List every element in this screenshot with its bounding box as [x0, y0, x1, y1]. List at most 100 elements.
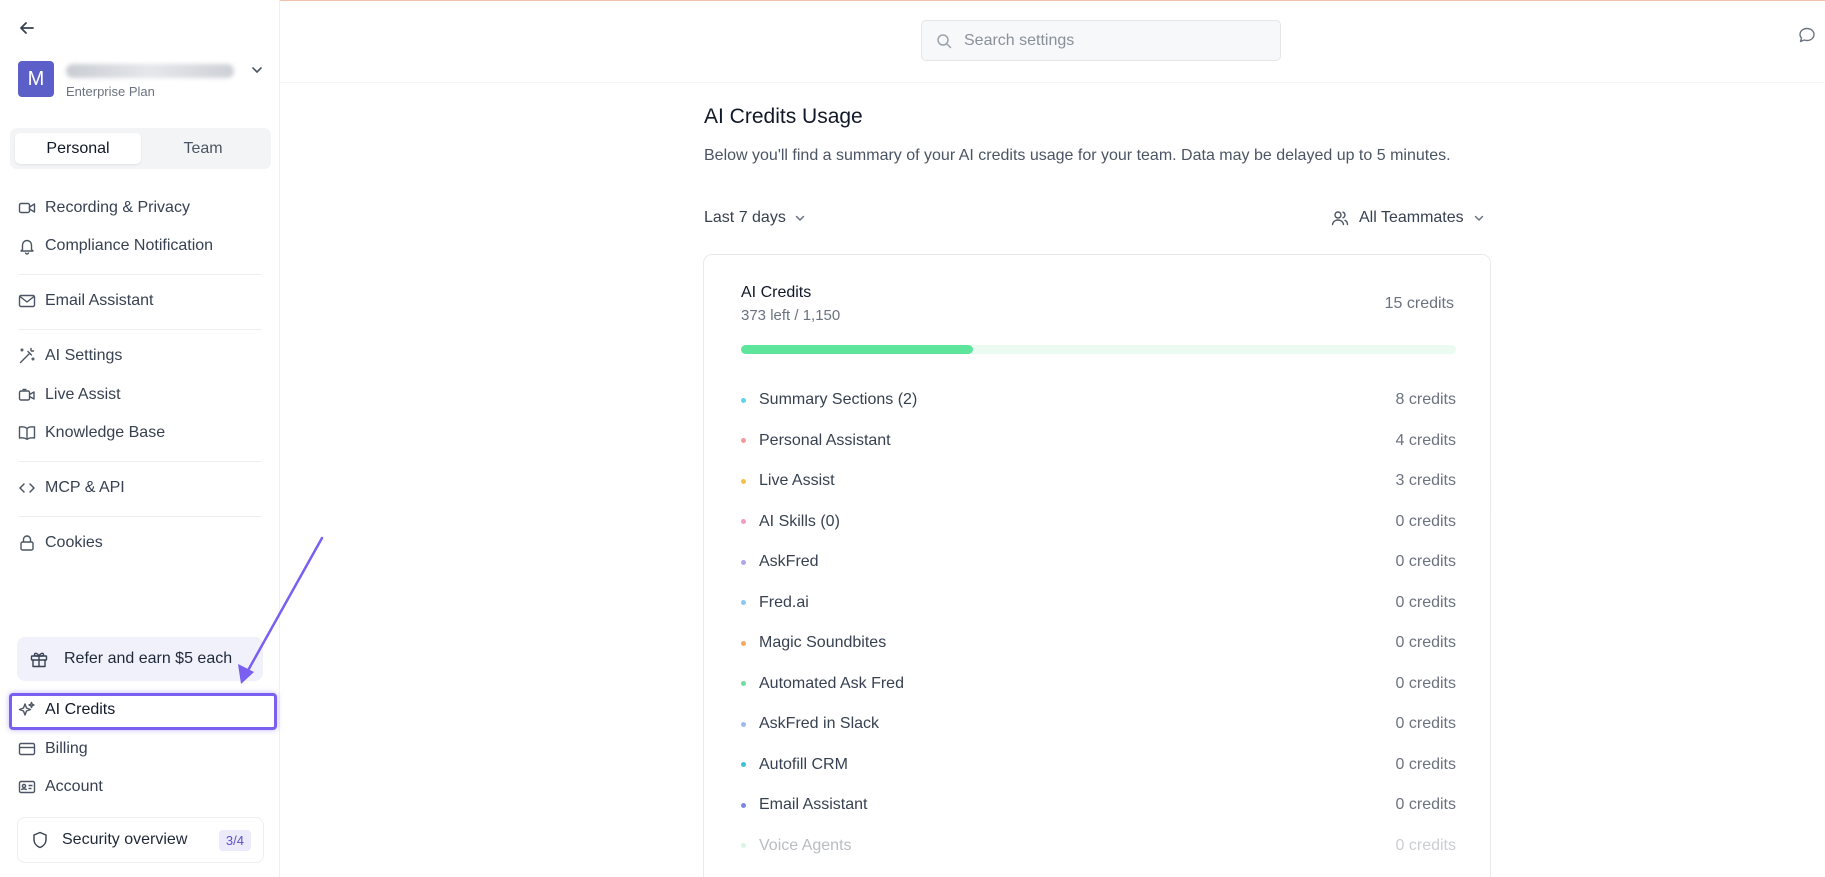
series-dot — [741, 600, 746, 605]
account-email-blurred — [66, 64, 234, 78]
usage-row-name: Live Assist — [759, 472, 835, 489]
usage-row: Live Assist 3 credits — [741, 469, 1456, 493]
usage-row-name: Magic Soundbites — [759, 634, 887, 651]
credits-used-total: 15 credits — [1384, 295, 1454, 312]
avatar: M — [18, 61, 54, 97]
sidebar-item-label: AI Credits — [45, 701, 116, 718]
personal-team-toggle: Personal Team — [10, 128, 271, 169]
teammates-label: All Teammates — [1359, 209, 1464, 226]
sidebar-item-label: Live Assist — [45, 386, 121, 403]
bell-icon — [18, 237, 36, 255]
sidebar-item-billing[interactable]: Billing — [18, 737, 88, 761]
sidebar-item-cookies[interactable]: Cookies — [18, 531, 103, 555]
security-progress-badge: 3/4 — [218, 830, 251, 851]
date-range-select[interactable]: Last 7 days — [704, 209, 806, 227]
series-dot — [741, 681, 746, 686]
usage-row-name: Personal Assistant — [759, 431, 891, 449]
usage-row-name: Fred.ai — [759, 593, 809, 611]
tab-team[interactable]: Team — [140, 133, 266, 164]
sidebar-item-ai-settings[interactable]: AI Settings — [18, 344, 122, 368]
usage-row: Fred.ai 0 credits — [741, 591, 1456, 615]
usage-row: Personal Assistant 4 credits — [741, 429, 1456, 453]
usage-row: Automated Ask Fred 0 credits — [741, 672, 1456, 696]
usage-row-value: 0 credits — [1395, 512, 1456, 530]
security-overview-button[interactable]: Security overview 3/4 — [17, 817, 264, 863]
usage-row-value: 0 credits — [1395, 674, 1456, 692]
lock-icon — [18, 534, 36, 552]
sidebar-item-mcp-api[interactable]: MCP & API — [18, 476, 125, 500]
chevron-down-icon — [1473, 212, 1485, 224]
search-icon — [936, 33, 952, 49]
sidebar-item-compliance-notification[interactable]: Compliance Notification — [18, 234, 213, 258]
sidebar-item-ai-credits[interactable]: AI Credits — [18, 698, 115, 722]
tab-personal[interactable]: Personal — [15, 133, 141, 164]
usage-row-name: AskFred in Slack — [759, 715, 880, 732]
usage-row: Magic Soundbites 0 credits — [741, 631, 1456, 655]
comment-icon[interactable] — [1798, 26, 1816, 44]
refer-and-earn-button[interactable]: Refer and earn $5 each — [17, 637, 263, 681]
credit-card-icon — [18, 740, 36, 758]
mail-icon — [18, 292, 36, 310]
sidebar: M Enterprise Plan Personal Team Recordin… — [0, 0, 280, 877]
page-title: AI Credits Usage — [704, 105, 863, 128]
sidebar-item-label: Knowledge Base — [45, 424, 166, 441]
account-plan: Enterprise Plan — [66, 84, 155, 99]
divider — [18, 329, 262, 330]
usage-row-value: 0 credits — [1395, 634, 1456, 651]
gift-icon — [29, 649, 49, 669]
divider — [18, 516, 262, 517]
usage-row-value: 0 credits — [1395, 755, 1456, 773]
usage-row-name: Automated Ask Fred — [759, 674, 904, 692]
usage-row-value: 0 credits — [1395, 836, 1456, 854]
series-dot — [741, 397, 746, 403]
sidebar-item-live-assist[interactable]: Live Assist — [18, 383, 121, 407]
sidebar-item-knowledge-base[interactable]: Knowledge Base — [18, 421, 165, 445]
usage-row: AskFred in Slack 0 credits — [741, 712, 1456, 736]
series-dot — [741, 559, 746, 565]
divider — [18, 274, 262, 275]
sidebar-item-label: AI Settings — [45, 347, 123, 364]
ai-credits-card: AI Credits 373 left / 1,150 15 credits S… — [703, 254, 1491, 877]
teammates-filter[interactable]: All Teammates — [1331, 209, 1485, 227]
usage-row-value: 3 credits — [1395, 472, 1456, 489]
usage-row-name: Email Assistant — [759, 796, 868, 813]
refer-label: Refer and earn $5 each — [64, 650, 233, 667]
page-description: Below you'll find a summary of your AI c… — [704, 147, 1451, 164]
sidebar-item-recording-privacy[interactable]: Recording & Privacy — [18, 196, 190, 220]
series-dot — [741, 721, 746, 727]
usage-row-value: 0 credits — [1395, 715, 1456, 732]
usage-row: AI Skills (0) 0 credits — [741, 510, 1456, 534]
usage-row-value: 0 credits — [1395, 593, 1456, 611]
header-divider — [280, 82, 1825, 83]
usage-row-name: Autofill CRM — [759, 755, 848, 773]
sidebar-item-label: MCP & API — [45, 479, 125, 496]
magic-wand-icon — [18, 347, 36, 365]
chevron-down-icon — [794, 212, 806, 224]
sidebar-item-email-assistant[interactable]: Email Assistant — [18, 289, 153, 313]
sidebar-item-label: Cookies — [45, 534, 103, 551]
series-dot — [741, 802, 746, 808]
security-label: Security overview — [62, 831, 188, 848]
usage-row-name: Summary Sections (2) — [759, 391, 918, 408]
usage-row: Email Assistant 0 credits — [741, 793, 1456, 817]
sidebar-item-account[interactable]: Account — [18, 775, 103, 799]
live-assist-icon — [18, 386, 36, 404]
usage-row-name: AskFred — [759, 553, 819, 570]
search-input[interactable] — [964, 31, 1264, 50]
usage-row-name: AI Skills (0) — [759, 512, 840, 530]
series-dot — [741, 762, 746, 767]
id-card-icon — [18, 778, 36, 796]
sparkles-icon — [18, 701, 36, 719]
book-icon — [18, 424, 36, 442]
shield-icon — [31, 831, 49, 849]
chevron-down-icon — [250, 63, 264, 77]
back-arrow-icon[interactable] — [17, 18, 37, 38]
account-switcher[interactable]: M Enterprise Plan — [18, 61, 268, 103]
usage-row: Summary Sections (2) 8 credits — [741, 388, 1456, 412]
series-dot — [741, 519, 746, 524]
search-settings[interactable] — [921, 20, 1281, 61]
sidebar-item-label: Compliance Notification — [45, 237, 214, 254]
series-dot — [741, 478, 746, 484]
credits-progress-track — [741, 345, 1456, 354]
credits-remaining: 373 left / 1,150 — [741, 307, 841, 324]
